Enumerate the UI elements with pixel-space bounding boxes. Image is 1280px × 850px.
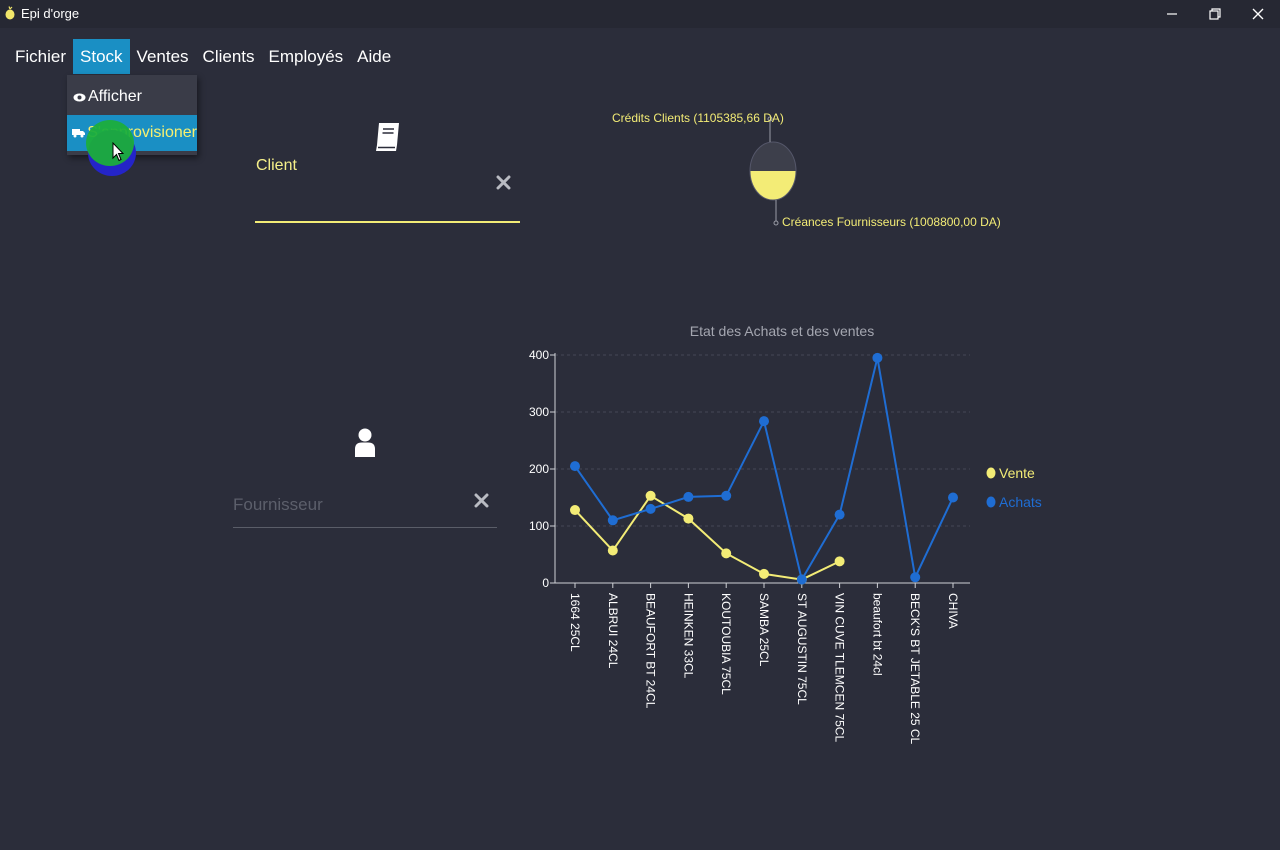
- sales-purchases-chart: Etat des Achats et des ventes 0 100 200 300 4…: [500, 310, 1060, 775]
- data-point-vente: [759, 568, 769, 579]
- x-tick-label: CHIVA: [946, 593, 960, 629]
- series-line-achats: [574, 357, 954, 583]
- data-point-vente: [683, 513, 694, 524]
- app-window: Epi d'orge Fichier Stock Ventes Clients …: [0, 0, 1280, 850]
- menu-clients[interactable]: Clients: [196, 39, 262, 74]
- data-point-achats: [683, 491, 694, 502]
- legend-label-achats: Achats: [999, 494, 1042, 510]
- menu-bar: Fichier Stock Ventes Clients Employés Ai…: [8, 39, 398, 74]
- x-tick-label: KOUTOUBIA 75CL: [719, 593, 733, 695]
- menu-stock[interactable]: Stock: [73, 39, 130, 74]
- data-point-achats: [607, 515, 618, 526]
- book-icon: [376, 123, 399, 151]
- credit-pie-chart: Crédits Clients (1105385,66 DA) Créances…: [600, 100, 1001, 240]
- person-icon: [355, 428, 375, 457]
- line-chart-svg: Etat des Achats et des ventes 0 100 200 300 4…: [529, 323, 1042, 745]
- restore-button[interactable]: [1193, 0, 1237, 28]
- restore-icon: [1209, 8, 1221, 20]
- x-tick-label: beaufort bt 24cl: [870, 593, 884, 676]
- pie-chart-svg: [749, 116, 797, 226]
- mouse-cursor-icon: [112, 142, 124, 162]
- data-point-vente: [570, 505, 580, 516]
- menu-ventes[interactable]: Ventes: [130, 39, 196, 74]
- x-tick-label: BEAUFORT BT 24CL: [644, 593, 658, 709]
- x-tick-label: ST AUGUSTIN 75CL: [795, 593, 809, 705]
- y-tick-label: 100: [529, 519, 549, 533]
- menu-item-afficher[interactable]: Afficher: [67, 79, 197, 115]
- data-point-vente: [721, 548, 732, 559]
- x-tick-label: VIN CUVE TLEMCEN 75CL: [833, 593, 847, 742]
- chart-title: Etat des Achats et des ventes: [690, 323, 874, 339]
- window-title: Epi d'orge: [21, 6, 80, 21]
- y-tick-label: 200: [529, 462, 549, 476]
- app-logo-icon: [5, 6, 15, 20]
- minimize-icon: [1167, 13, 1177, 15]
- x-tick-label: ALBRUI 24CL: [606, 593, 620, 669]
- close-window-button[interactable]: [1236, 0, 1280, 28]
- data-point-achats: [910, 572, 921, 583]
- data-point-achats: [872, 352, 883, 363]
- data-point-achats: [570, 461, 580, 472]
- legend-marker-vente: [986, 467, 996, 479]
- x-tick-label: BECK'S BT JETABLE 25 CL: [908, 593, 922, 745]
- x-tick-label: 1664 25CL: [568, 593, 582, 652]
- menu-employes[interactable]: Employés: [262, 39, 351, 74]
- client-field-underline: [255, 221, 520, 223]
- y-tick-label: 300: [529, 405, 549, 419]
- x-tick-label: SAMBA 25CL: [757, 593, 771, 667]
- pie-slice-clients: [750, 142, 796, 171]
- clear-client-icon[interactable]: [496, 175, 511, 190]
- data-point-vente: [607, 545, 618, 556]
- legend-label-vente: Vente: [999, 465, 1035, 481]
- data-point-achats: [721, 490, 732, 501]
- data-point-achats: [834, 509, 845, 520]
- close-icon: [1252, 8, 1264, 20]
- click-indicator-inner: [86, 120, 134, 166]
- menu-aide[interactable]: Aide: [350, 39, 398, 74]
- pie-slice-fournisseurs: [750, 171, 796, 200]
- truck-icon: [72, 126, 86, 140]
- y-tick-label: 400: [529, 348, 549, 362]
- data-point-achats: [759, 416, 769, 427]
- menu-fichier[interactable]: Fichier: [8, 39, 73, 74]
- legend-marker-achats: [986, 496, 996, 508]
- client-field-label: Client: [256, 157, 297, 174]
- data-point-achats: [796, 574, 807, 585]
- series-line-vente: [574, 494, 841, 581]
- pie-label-fournisseurs: Créances Fournisseurs (1008800,00 DA): [782, 215, 1001, 229]
- data-point-vente: [834, 556, 845, 567]
- x-tick-label: HEINKEN 33CL: [681, 593, 695, 679]
- menu-item-label: Afficher: [88, 88, 142, 105]
- data-point-achats: [948, 492, 958, 503]
- pie-label-clients: Crédits Clients (1105385,66 DA): [612, 111, 784, 125]
- title-bar: Epi d'orge: [0, 0, 1280, 28]
- clear-supplier-icon[interactable]: [474, 493, 489, 508]
- y-tick-label: 0: [542, 576, 549, 590]
- data-point-achats: [645, 503, 656, 514]
- supplier-field-underline: [233, 527, 497, 528]
- minimize-button[interactable]: [1150, 0, 1194, 28]
- data-point-vente: [645, 490, 656, 501]
- supplier-input[interactable]: [233, 493, 463, 517]
- eye-icon: [72, 90, 86, 104]
